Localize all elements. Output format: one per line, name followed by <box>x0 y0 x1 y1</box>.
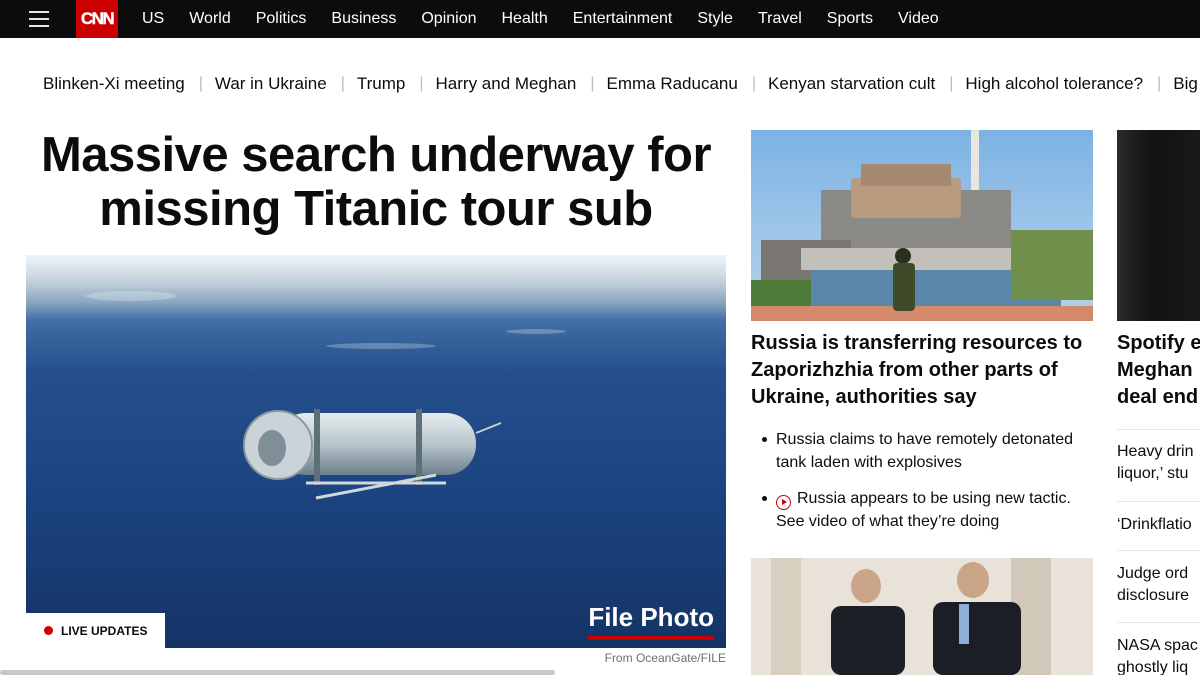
wave-highlight <box>506 329 566 334</box>
nav-travel[interactable]: Travel <box>758 10 802 28</box>
trending-separator: | <box>419 75 424 92</box>
live-updates-badge[interactable]: LIVE UPDATES <box>26 613 165 648</box>
wave-highlight <box>86 291 176 301</box>
blinken-xi-photo[interactable] <box>751 558 1093 675</box>
meeting-illustration <box>751 558 1093 675</box>
nav-sports[interactable]: Sports <box>827 10 873 28</box>
live-dot-icon <box>44 626 53 635</box>
nav-entertainment[interactable]: Entertainment <box>573 10 673 28</box>
cnn-logo[interactable]: CNN <box>76 0 118 38</box>
right-column: Spotify e Meghan deal end Heavy drin liquor… <box>1117 0 1200 675</box>
right-headline-line: deal end <box>1117 386 1199 408</box>
trending-separator: | <box>949 75 954 92</box>
trending-link[interactable]: Blinken-Xi meeting <box>43 74 185 94</box>
lead-headline[interactable]: Massive search underway for missing Tita… <box>26 128 726 236</box>
right-story-link[interactable]: NASA spac ghostly liq <box>1117 635 1200 675</box>
trending-link[interactable]: Harry and Meghan <box>436 74 577 94</box>
menu-icon[interactable] <box>29 11 49 27</box>
nav-business[interactable]: Business <box>331 10 396 28</box>
main-nav: US World Politics Business Opinion Health Ente… <box>142 10 964 28</box>
right-headline[interactable]: Spotify e Meghan deal end <box>1117 330 1200 411</box>
nav-opinion[interactable]: Opinion <box>421 10 476 28</box>
right-story-link[interactable]: Heavy drin liquor,’ stu <box>1117 441 1200 485</box>
nav-video[interactable]: Video <box>898 10 939 28</box>
right-headline-line: Meghan <box>1117 359 1193 381</box>
story2-bullets: Russia claims to have remotely detonated… <box>762 428 1102 546</box>
wave-highlight <box>326 343 436 349</box>
right-divider <box>1117 429 1200 430</box>
story2-bullet[interactable]: Russia appears to be using new tactic. S… <box>762 487 1102 533</box>
live-updates-label: LIVE UPDATES <box>61 623 148 638</box>
lead-image[interactable]: File Photo <box>26 255 726 648</box>
horizontal-scrollbar[interactable] <box>0 670 555 675</box>
story2-bullet[interactable]: Russia claims to have remotely detonated… <box>762 428 1102 474</box>
trending-link[interactable]: Trump <box>357 74 406 94</box>
top-nav-bar: CNN US World Politics Business Opinion Health… <box>0 0 1200 38</box>
right-divider <box>1117 622 1200 623</box>
image-credit: From OceanGate/FILE <box>604 651 726 665</box>
nav-world[interactable]: World <box>189 10 231 28</box>
submersible-illustration <box>243 409 502 500</box>
trending-bar: Blinken-Xi meeting | War in Ukraine | Trump |… <box>43 74 1200 94</box>
trending-link[interactable]: War in Ukraine <box>215 74 327 94</box>
file-photo-label: File Photo <box>588 602 714 640</box>
spotify-story-photo[interactable] <box>1117 130 1200 321</box>
trending-separator: | <box>590 75 595 92</box>
power-plant-illustration <box>751 130 1093 321</box>
right-divider <box>1117 501 1200 502</box>
right-story-link[interactable]: Judge ord disclosure <box>1117 563 1200 607</box>
story2-headline[interactable]: Russia is transferring resources to Zapo… <box>751 330 1096 411</box>
trending-link[interactable]: Kenyan starvation cult <box>768 74 935 94</box>
right-headline-line: Spotify e <box>1117 332 1200 354</box>
zaporizhzhia-photo[interactable] <box>751 130 1093 321</box>
nav-us[interactable]: US <box>142 10 164 28</box>
trending-separator: | <box>340 75 345 92</box>
trending-link[interactable]: Emma Raducanu <box>606 74 737 94</box>
nav-politics[interactable]: Politics <box>256 10 307 28</box>
right-divider <box>1117 550 1200 551</box>
water-surface <box>26 255 726 315</box>
trending-separator: | <box>751 75 756 92</box>
play-icon <box>776 494 791 510</box>
nav-style[interactable]: Style <box>697 10 733 28</box>
trending-separator: | <box>198 75 203 92</box>
nav-health[interactable]: Health <box>502 10 548 28</box>
right-story-link[interactable]: ‘Drinkflatio <box>1117 514 1200 536</box>
